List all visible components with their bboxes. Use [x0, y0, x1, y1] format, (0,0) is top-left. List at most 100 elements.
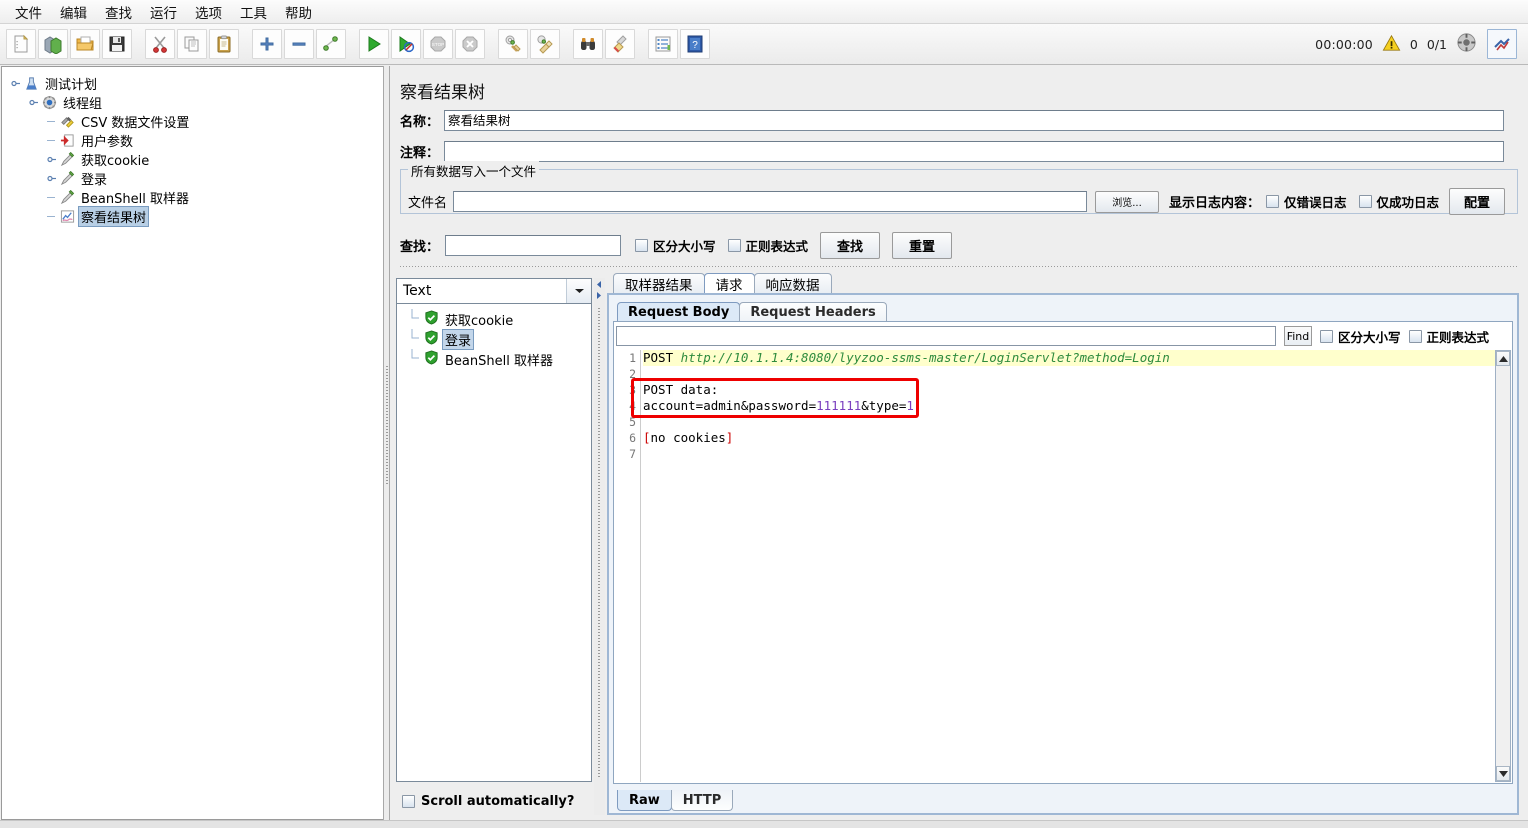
expand-handle-icon[interactable] — [46, 172, 59, 185]
configure-button[interactable]: 配置 — [1449, 188, 1506, 215]
search-reset-button[interactable]: 重置 — [892, 232, 953, 259]
comment-input[interactable] — [444, 141, 1505, 162]
comment-label: 注释： — [400, 146, 440, 161]
remote-engines-icon[interactable] — [1487, 29, 1517, 59]
play-green-icon[interactable] — [359, 29, 389, 59]
main-vertical-splitter[interactable] — [383, 66, 390, 820]
menu-item-help[interactable]: 帮助 — [276, 0, 321, 24]
chevron-down-icon[interactable] — [566, 279, 591, 303]
code-cookies-open: [ — [643, 430, 651, 445]
name-input[interactable]: 察看结果树 — [444, 110, 1505, 131]
minus-icon[interactable] — [284, 29, 314, 59]
tab-response-data[interactable]: 响应数据 — [753, 273, 832, 294]
menu-item-file[interactable]: 文件 — [6, 0, 51, 24]
toolbar-separator — [240, 29, 251, 59]
checkbox-label: 正则表达式 — [1426, 329, 1490, 345]
browse-button[interactable]: 浏览... — [1095, 190, 1160, 213]
search-regex-checkbox[interactable]: 正则表达式 — [727, 236, 808, 255]
binoculars-icon[interactable] — [573, 29, 603, 59]
search-input[interactable] — [445, 235, 622, 256]
collapse-left-icon[interactable] — [595, 280, 603, 289]
line-number: 1 — [629, 351, 636, 365]
search-find-button[interactable]: 查找 — [820, 232, 881, 259]
subtab-request-headers[interactable]: Request Headers — [739, 302, 887, 322]
toggle-icon[interactable] — [316, 29, 346, 59]
tree-node-get-cookie[interactable]: 获取cookie — [6, 150, 383, 169]
menu-item-search[interactable]: 查找 — [96, 0, 141, 24]
subtab-request-body[interactable]: Request Body — [617, 302, 741, 322]
tree-node-thread-group[interactable]: 线程组 — [6, 93, 383, 112]
code-regex-checkbox[interactable]: 正则表达式 — [1408, 327, 1490, 346]
sample-result-tree[interactable]: 获取cookie 登录 BeanShell 取样器 — [396, 304, 592, 782]
scroll-up-icon[interactable] — [1496, 351, 1510, 366]
line-number: 6 — [629, 431, 636, 445]
code-find-button[interactable]: Find — [1284, 326, 1312, 346]
test-plan-tree-panel[interactable]: 测试计划 线程组 CSV 数据文件设置 用户参数 获取cookie 登录 Bea… — [1, 66, 383, 820]
checkbox-box — [1266, 195, 1280, 208]
code-find-input[interactable] — [616, 326, 1276, 346]
bottom-tab-http[interactable]: HTTP — [670, 790, 734, 811]
tree-node-user-parameters[interactable]: 用户参数 — [6, 131, 383, 150]
tree-node-test-plan[interactable]: 测试计划 — [6, 74, 383, 93]
result-item-login[interactable]: 登录 — [397, 328, 591, 350]
toolbar-separator — [561, 29, 572, 59]
filename-input[interactable] — [453, 191, 1088, 212]
scroll-down-icon[interactable] — [1496, 766, 1510, 781]
reset-circle-icon[interactable] — [1456, 32, 1477, 56]
clear-all-icon[interactable] — [530, 29, 560, 59]
copy-icon[interactable] — [177, 29, 207, 59]
plus-icon[interactable] — [252, 29, 282, 59]
new-file-icon[interactable] — [6, 29, 36, 59]
errors-only-checkbox[interactable]: 仅错误日志 — [1266, 192, 1347, 211]
stop-sign-icon[interactable]: STOP — [423, 29, 453, 59]
tree-node-login[interactable]: 登录 — [6, 169, 383, 188]
leaf-connector-icon — [46, 191, 59, 204]
broom-icon[interactable] — [605, 29, 635, 59]
test-plan-tree: 测试计划 线程组 CSV 数据文件设置 用户参数 获取cookie 登录 Bea… — [2, 67, 383, 227]
http-sampler-icon — [59, 151, 76, 168]
clear-icon[interactable] — [498, 29, 528, 59]
code-line-post-data-label: POST data: — [643, 382, 719, 397]
search-case-sensitive-checkbox[interactable]: 区分大小写 — [635, 236, 716, 255]
expand-handle-icon[interactable] — [46, 153, 59, 166]
warning-triangle-icon[interactable] — [1382, 34, 1401, 55]
tab-sampler-result[interactable]: 取样器结果 — [613, 273, 705, 294]
expand-handle-icon[interactable] — [10, 77, 23, 90]
shutdown-icon[interactable] — [455, 29, 485, 59]
templates-icon[interactable] — [38, 29, 68, 59]
tree-node-view-results-tree[interactable]: 察看结果树 — [6, 206, 383, 227]
tab-request[interactable]: 请求 — [703, 273, 755, 294]
save-disk-icon[interactable] — [102, 29, 132, 59]
tree-connector-icon — [409, 348, 423, 370]
results-splitter[interactable] — [594, 278, 605, 815]
request-body-code[interactable]: 1 2 3 4 5 6 7 POST http://10.1.1.4:8080/… — [615, 350, 1495, 782]
code-case-sensitive-checkbox[interactable]: 区分大小写 — [1320, 327, 1401, 346]
menu-item-run[interactable]: 运行 — [141, 0, 186, 24]
request-subtabs: Request Body Request Headers — [617, 301, 887, 322]
open-folder-icon[interactable] — [70, 29, 100, 59]
code-vertical-scrollbar[interactable] — [1495, 350, 1511, 782]
success-only-checkbox[interactable]: 仅成功日志 — [1358, 192, 1439, 211]
tree-node-label: CSV 数据文件设置 — [81, 116, 190, 131]
bottom-tab-raw[interactable]: Raw — [617, 790, 672, 811]
menu-item-edit[interactable]: 编辑 — [51, 0, 96, 24]
view-results-tree-panel: 察看结果树 名称： 察看结果树 注释： 所有数据写入一个文件 文件名 浏览...… — [391, 66, 1527, 820]
result-item-get-cookie[interactable]: 获取cookie — [397, 308, 591, 329]
code-post-data-mid: &type= — [861, 398, 907, 413]
function-list-icon[interactable] — [648, 29, 678, 59]
tree-node-beanshell-sampler[interactable]: BeanShell 取样器 — [6, 188, 383, 207]
result-item-beanshell-sampler[interactable]: BeanShell 取样器 — [397, 348, 591, 370]
tree-node-csv-data-set[interactable]: CSV 数据文件设置 — [6, 112, 383, 131]
play-no-timer-icon[interactable] — [391, 29, 421, 59]
collapse-right-icon[interactable] — [595, 291, 603, 300]
expand-handle-icon[interactable] — [28, 96, 41, 109]
menu-item-options[interactable]: 选项 — [186, 0, 231, 24]
renderer-select[interactable]: Text — [396, 278, 592, 304]
toolbar-status-group: 00:00:00 0 0/1 — [1315, 29, 1528, 59]
clipboard-icon[interactable] — [209, 29, 239, 59]
help-book-icon[interactable]: ? — [680, 29, 710, 59]
scissors-icon[interactable] — [145, 29, 175, 59]
code-find-row: Find 区分大小写 正则表达式 — [616, 324, 1510, 348]
menu-item-tools[interactable]: 工具 — [231, 0, 276, 24]
scroll-automatically-checkbox[interactable]: Scroll automatically? — [396, 788, 592, 815]
